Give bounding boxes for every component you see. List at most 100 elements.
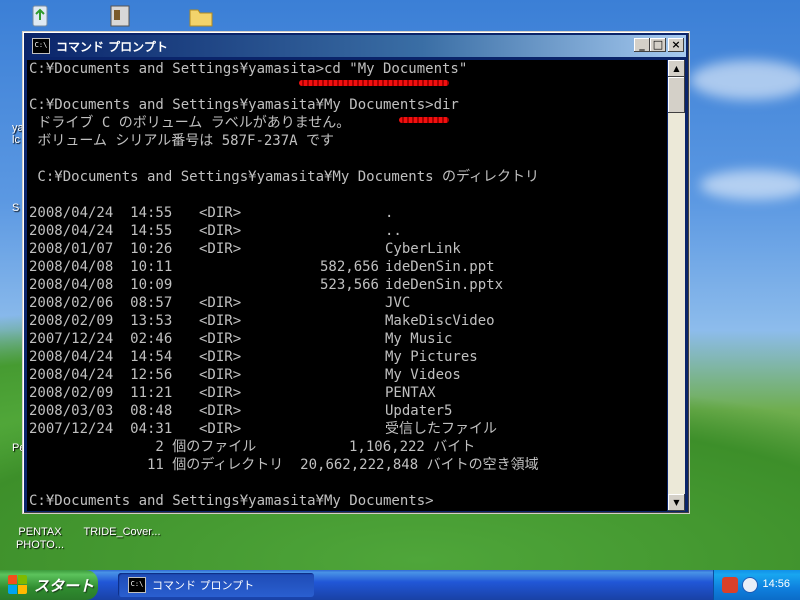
- dir-entry-name: .: [385, 205, 394, 221]
- command-prompt-window[interactable]: C:\ コマンド プロンプト _ □ × C:¥Documents and Se…: [22, 31, 690, 514]
- start-button[interactable]: スタート: [0, 570, 98, 600]
- annotation-underline: [399, 117, 449, 123]
- dir-entry-size: 582,656: [319, 259, 379, 275]
- dir-entry-size: [261, 312, 379, 330]
- dir-entry-size: [261, 402, 379, 420]
- console-line-summary-dirs: 11 個のディレクトリ 20,662,222,848 バイトの空き領域: [29, 457, 539, 473]
- windows-logo-icon: [8, 575, 28, 595]
- dir-entry-date: 2008/03/03 08:48: [29, 403, 173, 419]
- dir-entry-name: PENTAX: [385, 385, 436, 401]
- dir-entry-tag: [199, 258, 261, 276]
- dir-entry-row: 2008/03/03 08:48 <DIR> Updater5: [29, 402, 667, 420]
- system-tray: 14:56: [713, 570, 800, 600]
- dir-entry-row: 2008/04/08 10:09 523,566 ideDenSin.pptx: [29, 276, 667, 294]
- console-line-volume-label: ドライブ C のボリューム ラベルがありません。: [29, 115, 351, 131]
- dir-entry-date: 2008/02/06 08:57: [29, 295, 173, 311]
- desktop-edge-label: S: [12, 202, 20, 214]
- dir-entry-size: [261, 366, 379, 384]
- dir-entry-name: 受信したファイル: [385, 421, 497, 437]
- start-label: スタート: [34, 576, 95, 595]
- scroll-down-button[interactable]: ▼: [668, 494, 685, 511]
- desktop-icon-label: PENTAX PHOTO...: [15, 526, 65, 551]
- console-icon[interactable]: C:\: [32, 38, 50, 54]
- close-button[interactable]: ×: [668, 38, 684, 52]
- dir-entry-size: 523,566: [319, 277, 379, 293]
- desktop-edge-label: lc: [12, 134, 20, 146]
- dir-entry-row: 2008/04/24 14:54 <DIR> My Pictures: [29, 348, 667, 366]
- dir-entry-row: 2007/12/24 04:31 <DIR> 受信したファイル: [29, 420, 667, 438]
- taskbar-button-label: コマンド プロンプト: [152, 579, 255, 592]
- dir-entry-name: MakeDiscVideo: [385, 313, 495, 329]
- dir-entry-tag: <DIR>: [199, 295, 242, 311]
- dir-entry-date: 2008/02/09 11:21: [29, 385, 173, 401]
- dir-entry-tag: [199, 276, 261, 294]
- desktop-icon-pentax[interactable]: PENTAX PHOTO...: [8, 524, 72, 552]
- dir-entry-tag: <DIR>: [199, 313, 242, 329]
- dir-entry-date: 2008/04/24 14:55: [29, 223, 173, 239]
- dir-entry-size: [261, 222, 379, 240]
- desktop-icon-label: TRIDE_Cover...: [83, 526, 161, 538]
- dir-listing: 2008/04/24 14:55 <DIR>. 2008/04/24 14:55 <D…: [29, 204, 667, 438]
- dir-entry-tag: <DIR>: [199, 385, 242, 401]
- dir-entry-tag: <DIR>: [199, 223, 242, 239]
- console-line-cmd-dir: C:¥Documents and Settings¥yamasita¥My Do…: [29, 97, 459, 113]
- dir-entry-size: [261, 420, 379, 438]
- dir-entry-name: JVC: [385, 295, 411, 311]
- desktop-icon-tride[interactable]: TRIDE_Cover...: [82, 524, 162, 539]
- dir-entry-name: CyberLink: [385, 241, 461, 257]
- dir-entry-size: [261, 330, 379, 348]
- clock[interactable]: 14:56: [762, 578, 790, 590]
- scroll-thumb[interactable]: [668, 77, 685, 113]
- console-scrollbar[interactable]: ▲ ▼: [668, 60, 685, 511]
- dir-entry-tag: <DIR>: [199, 241, 242, 257]
- window-title: コマンド プロンプト: [56, 39, 168, 54]
- dir-entry-tag: <DIR>: [199, 421, 242, 437]
- console-line-volume-serial: ボリューム シリアル番号は 587F-237A です: [29, 133, 335, 149]
- scroll-up-button[interactable]: ▲: [668, 60, 685, 77]
- dir-entry-date: 2007/12/24 02:46: [29, 331, 173, 347]
- minimize-button[interactable]: _: [634, 38, 650, 52]
- taskbar-button-command-prompt[interactable]: C:\ コマンド プロンプト: [118, 573, 314, 597]
- dir-entry-date: 2008/04/08 10:11: [29, 259, 173, 275]
- maximize-button[interactable]: □: [650, 38, 666, 52]
- window-titlebar[interactable]: C:\ コマンド プロンプト _ □ ×: [26, 35, 686, 57]
- dir-entry-size: [261, 204, 379, 222]
- taskbar: スタート C:\ コマンド プロンプト 14:56: [0, 570, 800, 600]
- dir-entry-size: [261, 384, 379, 402]
- dir-entry-tag: <DIR>: [199, 349, 242, 365]
- dir-entry-date: 2008/04/24 14:54: [29, 349, 173, 365]
- dir-entry-tag: <DIR>: [199, 331, 242, 347]
- dir-entry-date: 2008/04/24 14:55: [29, 205, 173, 221]
- console-line-dir-header: C:¥Documents and Settings¥yamasita¥My Do…: [29, 169, 540, 185]
- dir-entry-name: My Music: [385, 331, 453, 347]
- cloud: [700, 170, 800, 200]
- dir-entry-date: 2008/02/09 13:53: [29, 313, 173, 329]
- dir-entry-row: 2008/02/09 13:53 <DIR> MakeDiscVideo: [29, 312, 667, 330]
- dir-entry-row: 2008/04/08 10:11 582,656 ideDenSin.ppt: [29, 258, 667, 276]
- chevron-left-icon[interactable]: [742, 577, 758, 593]
- dir-entry-row: 2008/02/09 11:21 <DIR> PENTAX: [29, 384, 667, 402]
- dir-entry-size: [261, 240, 379, 258]
- console-line-cmd-cd: C:¥Documents and Settings¥yamasita>cd "M…: [29, 61, 468, 77]
- cloud: [690, 60, 800, 100]
- dir-entry-row: 2008/02/06 08:57 <DIR> JVC: [29, 294, 667, 312]
- dir-entry-tag: <DIR>: [199, 403, 242, 419]
- dir-entry-name: ideDenSin.pptx: [385, 277, 504, 293]
- console-output[interactable]: C:¥Documents and Settings¥yamasita>cd "M…: [27, 60, 667, 511]
- dir-entry-tag: <DIR>: [199, 205, 242, 221]
- dir-entry-size: [261, 294, 379, 312]
- dir-entry-tag: <DIR>: [199, 367, 242, 383]
- dir-entry-row: 2008/04/24 14:55 <DIR>..: [29, 222, 667, 240]
- dir-entry-date: 2008/04/08 10:09: [29, 277, 173, 293]
- tray-app-icon[interactable]: [722, 577, 738, 593]
- window-controls: _ □ ×: [632, 38, 684, 52]
- dir-entry-date: 2008/01/07 10:26: [29, 241, 173, 257]
- console-line-summary-files: 2 個のファイル 1,106,222 バイト: [29, 439, 476, 455]
- dir-entry-name: My Pictures: [385, 349, 478, 365]
- console-prompt: C:¥Documents and Settings¥yamasita¥My Do…: [29, 493, 434, 509]
- dir-entry-name: My Videos: [385, 367, 461, 383]
- dir-entry-date: 2007/12/24 04:31: [29, 421, 173, 437]
- dir-entry-name: ideDenSin.ppt: [385, 259, 495, 275]
- dir-entry-row: 2007/12/24 02:46 <DIR> My Music: [29, 330, 667, 348]
- dir-entry-name: Updater5: [385, 403, 453, 419]
